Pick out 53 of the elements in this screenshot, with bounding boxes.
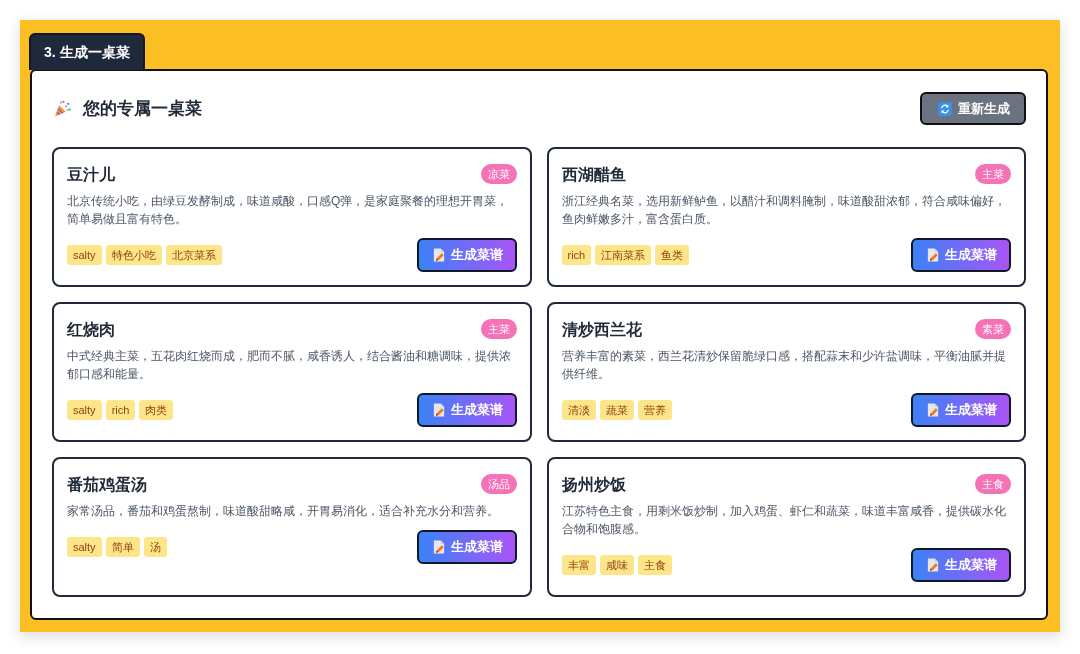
dish-name: 番茄鸡蛋汤: [67, 475, 147, 495]
dish-description: 营养丰富的素菜，西兰花清炒保留脆绿口感，搭配蒜末和少许盐调味，平衡油腻并提供纤维。: [561, 348, 1007, 383]
generate-recipe-button[interactable]: 生成菜谱: [416, 530, 517, 564]
dish-tag: salty: [67, 400, 102, 420]
dish-tag: 主食: [637, 555, 672, 575]
dish-description: 北京传统小吃，由绿豆发酵制成，味道咸酸，口感Q弹，是家庭聚餐的理想开胃菜，简单易做且富有特色。: [67, 193, 510, 228]
category-badge: 主菜: [975, 164, 1011, 184]
memo-icon: [432, 248, 445, 262]
generate-recipe-button[interactable]: 生成菜谱: [416, 238, 517, 272]
dish-name: 豆汁儿: [67, 165, 115, 185]
generate-recipe-button[interactable]: 生成菜谱: [911, 548, 1011, 582]
dish-tag: 肉类: [139, 400, 174, 420]
dish-name: 西湖醋鱼: [561, 165, 626, 185]
dish-tag: 鱼类: [655, 245, 690, 265]
dish-tag: rich: [105, 400, 136, 420]
dish-name: 清炒西兰花: [561, 320, 642, 340]
dish-tag: rich: [561, 245, 592, 265]
dish-tag: 蔬菜: [599, 400, 634, 420]
memo-icon: [927, 403, 939, 417]
generate-recipe-button[interactable]: 生成菜谱: [911, 393, 1011, 427]
dish-tag: 清淡: [561, 400, 596, 420]
refresh-icon: [938, 101, 952, 116]
category-badge: 凉菜: [480, 164, 517, 184]
dish-description: 家常汤品，番茄和鸡蛋熬制，味道酸甜略咸，开胃易消化，适合补充水分和营养。: [67, 503, 500, 520]
dish-tag: salty: [67, 537, 102, 557]
generate-recipe-button[interactable]: 生成菜谱: [416, 393, 517, 427]
category-badge: 素菜: [975, 319, 1011, 339]
category-badge: 主食: [975, 474, 1011, 494]
regenerate-button[interactable]: 重新生成: [920, 92, 1026, 125]
memo-icon: [432, 403, 445, 417]
dish-name: 红烧肉: [67, 320, 115, 340]
generate-recipe-button[interactable]: 生成菜谱: [911, 238, 1011, 272]
dish-tag: 简单: [105, 537, 140, 557]
dish-tag: 咸味: [599, 555, 634, 575]
category-badge: 汤品: [480, 474, 517, 494]
dish-tag: 营养: [637, 400, 672, 420]
memo-icon: [927, 248, 939, 262]
memo-icon: [927, 558, 939, 572]
dish-tag: 汤: [143, 537, 167, 557]
section-title: 您的专属一桌菜: [83, 98, 202, 120]
party-popper-icon: [54, 100, 71, 117]
section-tab[interactable]: 3. 生成一桌菜: [29, 33, 145, 70]
dish-tag: salty: [67, 245, 102, 265]
dish-description: 江苏特色主食，用剩米饭炒制，加入鸡蛋、虾仁和蔬菜，味道丰富咸香，提供碳水化合物和饱腹感。: [561, 503, 1007, 538]
category-badge: 主菜: [480, 319, 517, 339]
memo-icon: [432, 540, 445, 554]
dish-tag: 北京菜系: [165, 245, 222, 265]
dish-name: 扬州炒饭: [561, 475, 626, 495]
dish-tag: 江南菜系: [595, 245, 652, 265]
dish-description: 浙江经典名菜，选用新鲜鲈鱼，以醋汁和调料腌制，味道酸甜浓郁，符合咸味偏好，鱼肉鲜嫩多汁，富含蛋白质。: [561, 193, 1007, 228]
dish-description: 中式经典主菜，五花肉红烧而成，肥而不腻，咸香诱人，结合酱油和糖调味，提供浓郁口感和能量。: [67, 348, 512, 383]
dish-tag: 丰富: [561, 555, 596, 575]
dish-tag: 特色小吃: [105, 245, 162, 265]
